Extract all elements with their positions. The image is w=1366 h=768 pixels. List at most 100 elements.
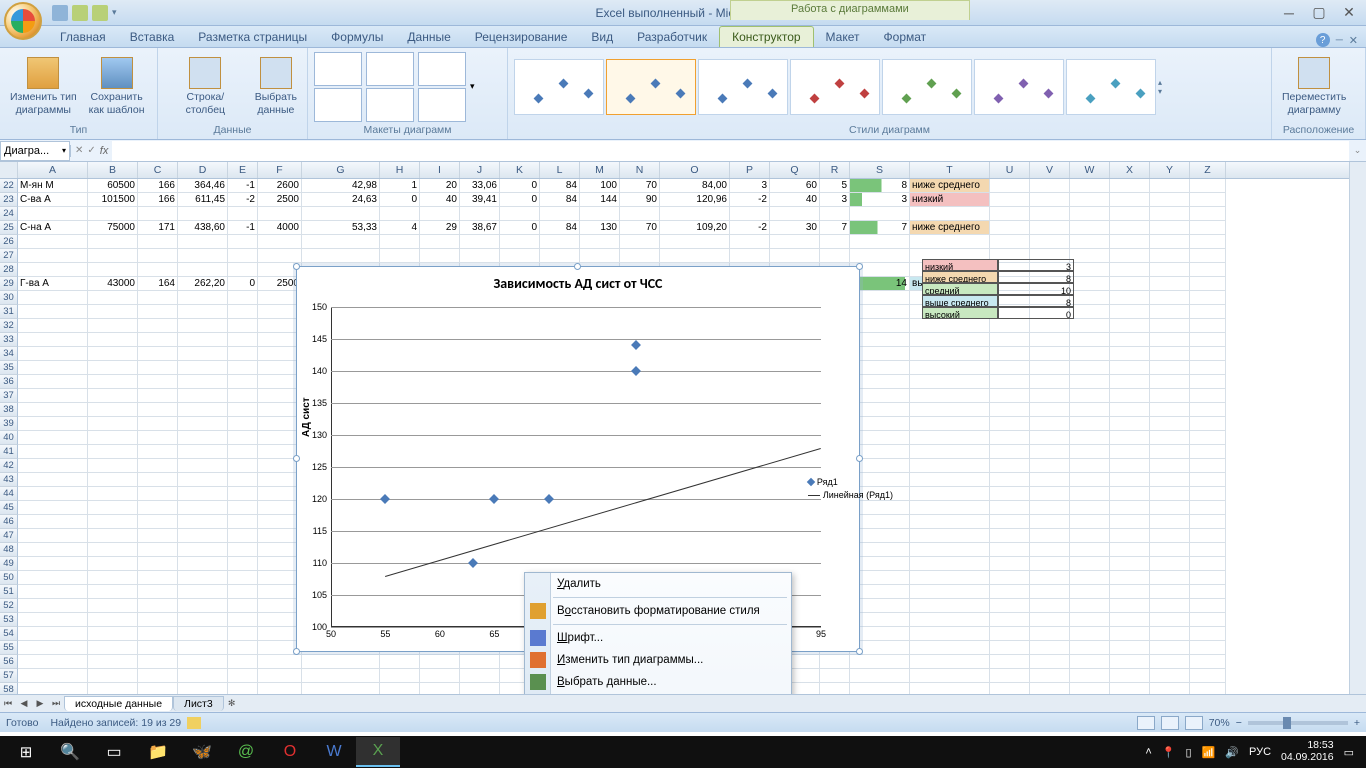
opera-icon[interactable]: O <box>268 737 312 767</box>
cell[interactable] <box>88 459 138 473</box>
cell[interactable] <box>990 557 1030 571</box>
cell[interactable] <box>910 613 990 627</box>
cell[interactable] <box>1110 543 1150 557</box>
cell[interactable] <box>18 515 88 529</box>
cell[interactable] <box>1070 641 1110 655</box>
cell[interactable] <box>302 249 380 263</box>
cell[interactable]: 1 <box>380 179 420 193</box>
cell[interactable] <box>770 207 820 221</box>
cell[interactable] <box>1030 445 1070 459</box>
cell[interactable] <box>1030 585 1070 599</box>
cell[interactable] <box>178 557 228 571</box>
cell[interactable]: 7 <box>850 221 910 235</box>
cell[interactable]: 90 <box>620 193 660 207</box>
cell[interactable] <box>1190 501 1226 515</box>
cell[interactable] <box>18 431 88 445</box>
cell[interactable] <box>990 543 1030 557</box>
ribbon-tab-10[interactable]: Формат <box>872 27 939 47</box>
cell[interactable] <box>380 683 420 694</box>
cell[interactable] <box>990 613 1030 627</box>
cell[interactable] <box>18 263 88 277</box>
cell[interactable] <box>1030 627 1070 641</box>
cell[interactable] <box>178 501 228 515</box>
col-header-E[interactable]: E <box>228 162 258 178</box>
cell[interactable] <box>302 655 380 669</box>
cell[interactable] <box>228 669 258 683</box>
col-header-Y[interactable]: Y <box>1150 162 1190 178</box>
cell[interactable] <box>1030 235 1070 249</box>
cell[interactable]: -2 <box>228 193 258 207</box>
cell[interactable] <box>1150 403 1190 417</box>
cell[interactable] <box>1110 557 1150 571</box>
col-header-D[interactable]: D <box>178 162 228 178</box>
cell[interactable] <box>1070 669 1110 683</box>
cell[interactable] <box>138 389 178 403</box>
ribbon-tab-4[interactable]: Данные <box>395 27 462 47</box>
ctx-item[interactable]: Изменить тип диаграммы... <box>525 649 791 671</box>
cell[interactable] <box>1030 515 1070 529</box>
cell[interactable] <box>178 403 228 417</box>
chart-legend[interactable]: Ряд1 Линейная (Ряд1) <box>808 477 893 500</box>
cell[interactable] <box>228 361 258 375</box>
cell[interactable] <box>380 249 420 263</box>
cell[interactable] <box>1030 641 1070 655</box>
cell[interactable] <box>1070 627 1110 641</box>
row-header[interactable]: 44 <box>0 487 18 501</box>
cell[interactable] <box>910 235 990 249</box>
redo-icon[interactable] <box>92 5 108 21</box>
cell[interactable] <box>990 431 1030 445</box>
row-header[interactable]: 48 <box>0 543 18 557</box>
view-page-layout-icon[interactable] <box>1161 716 1179 730</box>
cell[interactable] <box>660 249 730 263</box>
office-button[interactable] <box>4 2 42 40</box>
row-header[interactable]: 40 <box>0 431 18 445</box>
cell[interactable] <box>1110 249 1150 263</box>
cell[interactable] <box>18 571 88 585</box>
cell[interactable] <box>88 417 138 431</box>
cell[interactable]: 84 <box>540 193 580 207</box>
cell[interactable] <box>460 683 500 694</box>
cell[interactable] <box>1070 571 1110 585</box>
col-header-T[interactable]: T <box>910 162 990 178</box>
cell[interactable] <box>1150 179 1190 193</box>
sheet-tab-active[interactable]: исходные данные <box>64 696 173 711</box>
summary-label[interactable]: средний <box>922 283 998 295</box>
cell[interactable]: 33,06 <box>460 179 500 193</box>
cell[interactable]: 30 <box>770 221 820 235</box>
cell[interactable] <box>1070 683 1110 694</box>
select-data-button[interactable]: Выбрать данные <box>251 55 301 118</box>
cell[interactable] <box>88 669 138 683</box>
cell[interactable] <box>1110 347 1150 361</box>
sheet-nav-last[interactable]: ⏭ <box>48 696 64 712</box>
cell[interactable] <box>910 557 990 571</box>
cell[interactable] <box>1150 683 1190 694</box>
cell[interactable] <box>820 207 850 221</box>
ribbon-tab-9[interactable]: Макет <box>814 27 872 47</box>
cell[interactable] <box>1110 277 1150 291</box>
cell[interactable] <box>1190 319 1226 333</box>
cell[interactable] <box>990 655 1030 669</box>
cell[interactable]: 24,63 <box>302 193 380 207</box>
cell[interactable] <box>420 249 460 263</box>
cell[interactable] <box>138 319 178 333</box>
cell[interactable] <box>88 473 138 487</box>
cell[interactable] <box>1070 613 1110 627</box>
cell[interactable] <box>138 333 178 347</box>
row-header[interactable]: 52 <box>0 599 18 613</box>
data-point[interactable] <box>489 494 499 504</box>
row-header[interactable]: 43 <box>0 473 18 487</box>
cell[interactable] <box>1150 557 1190 571</box>
cell[interactable] <box>1150 445 1190 459</box>
row-header[interactable]: 51 <box>0 585 18 599</box>
sheet-nav-prev[interactable]: ◀ <box>16 696 32 712</box>
chart-layout-4[interactable] <box>314 88 362 122</box>
cell[interactable] <box>1150 221 1190 235</box>
cell[interactable]: 39,41 <box>460 193 500 207</box>
excel-icon[interactable]: X <box>356 737 400 767</box>
cell[interactable] <box>1070 501 1110 515</box>
cell[interactable]: 100 <box>580 179 620 193</box>
cell[interactable] <box>1110 487 1150 501</box>
cell[interactable] <box>88 291 138 305</box>
cell[interactable] <box>258 207 302 221</box>
cell[interactable] <box>910 487 990 501</box>
